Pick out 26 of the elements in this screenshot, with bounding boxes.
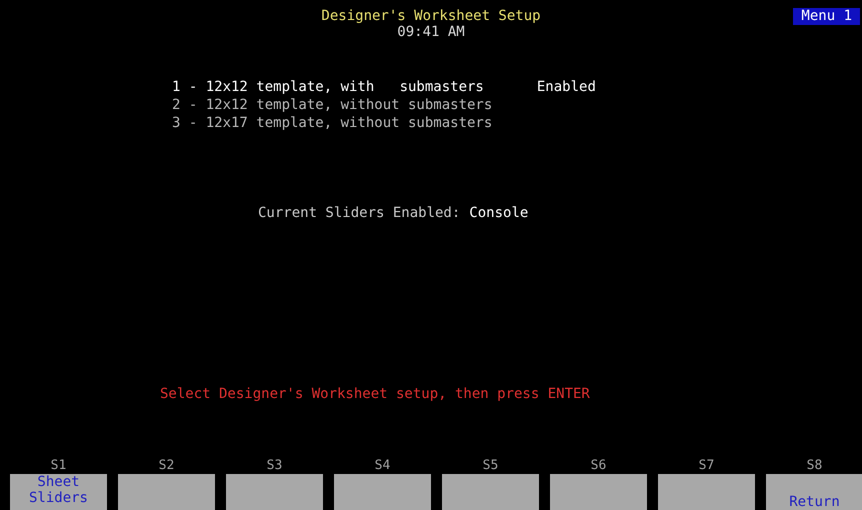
- softkey-button[interactable]: Return: [766, 474, 862, 510]
- template-option[interactable]: 1 - 12x12 template, with submasters: [172, 78, 484, 96]
- current-label: Current Sliders Enabled:: [258, 204, 460, 222]
- softkey-label: S4: [374, 458, 390, 474]
- softkey-button[interactable]: [658, 474, 755, 510]
- screen-title: Designer's Worksheet Setup: [321, 8, 541, 24]
- menu-badge: Menu 1: [793, 8, 860, 25]
- softkey-label: S1: [50, 458, 66, 474]
- softkey-button[interactable]: [226, 474, 323, 510]
- softkey-label: S7: [698, 458, 714, 474]
- softkey-button[interactable]: Sheet Sliders: [10, 474, 107, 510]
- softkey-button[interactable]: [118, 474, 215, 510]
- softkey-button[interactable]: [442, 474, 539, 510]
- softkey-label: S3: [266, 458, 282, 474]
- template-option[interactable]: 2 - 12x12 template, without submasters: [172, 96, 492, 114]
- softkey-button[interactable]: [550, 474, 647, 510]
- prompt-message: Select Designer's Worksheet setup, then press ENTER: [159, 385, 591, 403]
- clock-time: 09:41 AM: [397, 24, 465, 40]
- softkey-label: S2: [158, 458, 174, 474]
- current-value: Console: [469, 204, 528, 222]
- softkey-label: S5: [482, 458, 498, 474]
- softkey-label: S6: [590, 458, 606, 474]
- template-option[interactable]: 3 - 12x17 template, without submasters: [172, 114, 492, 132]
- softkey-button[interactable]: [334, 474, 431, 510]
- option-status: Enabled: [536, 78, 596, 96]
- softkey-label: S8: [806, 458, 822, 474]
